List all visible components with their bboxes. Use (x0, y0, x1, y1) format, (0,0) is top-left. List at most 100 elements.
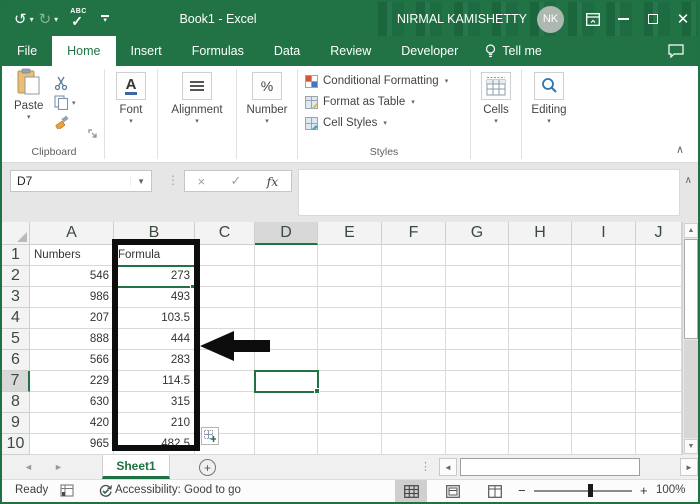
cell-E6[interactable] (318, 350, 382, 371)
tab-file[interactable]: File (2, 36, 52, 66)
cell-D2[interactable] (255, 266, 318, 287)
cell-C4[interactable] (195, 308, 255, 329)
spelling-icon[interactable]: ABC ✓ (69, 8, 89, 29)
cell-B7[interactable]: 114.5 (114, 371, 195, 392)
cell-G6[interactable] (446, 350, 509, 371)
row-header-6[interactable]: 6 (2, 350, 30, 371)
cell-F1[interactable] (382, 245, 446, 266)
cell-J4[interactable] (636, 308, 682, 329)
cell-I7[interactable] (572, 371, 636, 392)
cell-F5[interactable] (382, 329, 446, 350)
cell-J6[interactable] (636, 350, 682, 371)
insert-function-icon[interactable]: fx (267, 174, 279, 189)
cell-C1[interactable] (195, 245, 255, 266)
cell-styles-button[interactable]: Cell Styles ▾ (298, 112, 470, 133)
cell-H10[interactable] (509, 434, 572, 455)
clipboard-dialog-launcher-icon[interactable] (88, 126, 98, 144)
row-header-4[interactable]: 4 (2, 308, 30, 329)
cell-H6[interactable] (509, 350, 572, 371)
cell-G2[interactable] (446, 266, 509, 287)
account-user-name[interactable]: NIRMAL KAMISHETTY (397, 12, 527, 26)
row-header-2[interactable]: 2 (2, 266, 30, 287)
column-header-D[interactable]: D (255, 222, 318, 245)
cell-I4[interactable] (572, 308, 636, 329)
row-header-10[interactable]: 10 (2, 434, 30, 455)
name-box[interactable]: D7 ▼ (10, 170, 152, 192)
cell-H1[interactable] (509, 245, 572, 266)
cell-D1[interactable] (255, 245, 318, 266)
cell-E1[interactable] (318, 245, 382, 266)
cell-E2[interactable] (318, 266, 382, 287)
number-group-button[interactable]: % Number ▾ (237, 66, 297, 162)
cell-F7[interactable] (382, 371, 446, 392)
cell-F2[interactable] (382, 266, 446, 287)
macro-recording-icon[interactable] (60, 484, 74, 500)
cell-B10[interactable]: 482.5 (114, 434, 195, 455)
cell-B4[interactable]: 103.5 (114, 308, 195, 329)
horizontal-scrollbar-thumb[interactable] (460, 458, 640, 476)
cell-F3[interactable] (382, 287, 446, 308)
cell-G1[interactable] (446, 245, 509, 266)
font-group-button[interactable]: A Font ▾ (105, 66, 157, 162)
cell-H5[interactable] (509, 329, 572, 350)
cell-E4[interactable] (318, 308, 382, 329)
scroll-up-icon[interactable]: ▲ (684, 223, 698, 238)
sheet-bar-drag-handle[interactable]: ⋮ (420, 460, 431, 473)
cell-B9[interactable]: 210 (114, 413, 195, 434)
cell-J3[interactable] (636, 287, 682, 308)
cell-A2[interactable]: 546 (30, 266, 114, 287)
vertical-scrollbar-thumb[interactable] (684, 239, 698, 339)
column-header-B[interactable]: B (114, 222, 195, 245)
formula-bar-drag-handle[interactable]: ⋮ (167, 173, 179, 187)
cell-I5[interactable] (572, 329, 636, 350)
zoom-in-icon[interactable]: + (640, 483, 648, 498)
sheet-tab-sheet1[interactable]: Sheet1 (102, 455, 170, 479)
select-all-corner[interactable] (2, 222, 30, 245)
cell-E7[interactable] (318, 371, 382, 392)
cell-G5[interactable] (446, 329, 509, 350)
cell-A1[interactable]: Numbers (30, 245, 114, 266)
cell-C2[interactable] (195, 266, 255, 287)
cell-B8[interactable]: 315 (114, 392, 195, 413)
cell-B1[interactable]: Formula (114, 245, 195, 266)
cell-I2[interactable] (572, 266, 636, 287)
new-sheet-icon[interactable]: + (199, 459, 216, 476)
cell-J8[interactable] (636, 392, 682, 413)
cell-C6[interactable] (195, 350, 255, 371)
undo-icon[interactable]: ↺ (14, 12, 27, 27)
cell-H9[interactable] (509, 413, 572, 434)
cell-G3[interactable] (446, 287, 509, 308)
cell-C5[interactable] (195, 329, 255, 350)
redo-icon[interactable]: ↻ (39, 12, 52, 27)
cell-D6[interactable] (255, 350, 318, 371)
redo-dropdown-icon[interactable]: ▾ (54, 15, 58, 24)
cell-G10[interactable] (446, 434, 509, 455)
cell-B2[interactable]: 273 (114, 266, 195, 287)
cell-E5[interactable] (318, 329, 382, 350)
cell-J10[interactable] (636, 434, 682, 455)
cell-I6[interactable] (572, 350, 636, 371)
editing-group-button[interactable]: Editing ▾ (522, 66, 576, 162)
vertical-scrollbar[interactable]: ▲ ▼ (682, 222, 698, 455)
page-break-preview-button[interactable] (479, 480, 511, 502)
cell-E9[interactable] (318, 413, 382, 434)
cell-I10[interactable] (572, 434, 636, 455)
cell-A5[interactable]: 888 (30, 329, 114, 350)
cell-G7[interactable] (446, 371, 509, 392)
tell-me-box[interactable]: Tell me (473, 36, 554, 66)
maximize-button[interactable] (638, 2, 668, 36)
auto-fill-options-button[interactable] (201, 427, 219, 445)
tab-review[interactable]: Review (315, 36, 386, 66)
cell-D5[interactable] (255, 329, 318, 350)
cell-G4[interactable] (446, 308, 509, 329)
cell-J5[interactable] (636, 329, 682, 350)
cell-H3[interactable] (509, 287, 572, 308)
format-painter-button[interactable] (54, 112, 76, 131)
customize-qat-icon[interactable]: ▾ (101, 15, 110, 24)
scroll-left-icon[interactable]: ◄ (439, 458, 457, 476)
cell-H4[interactable] (509, 308, 572, 329)
tab-data[interactable]: Data (259, 36, 315, 66)
cell-I3[interactable] (572, 287, 636, 308)
row-header-3[interactable]: 3 (2, 287, 30, 308)
cell-D10[interactable] (255, 434, 318, 455)
